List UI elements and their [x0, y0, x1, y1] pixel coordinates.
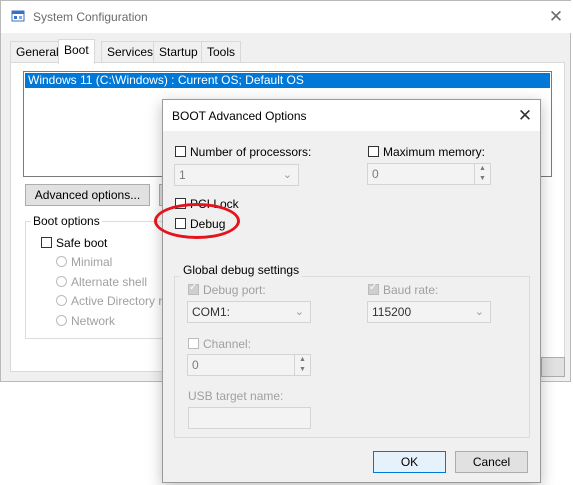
maximum-memory-label: Maximum memory:: [383, 145, 486, 159]
spinner-down-icon[interactable]: ▼: [475, 174, 490, 184]
baud-rate-value: 115200: [372, 305, 412, 319]
usb-target-name-input[interactable]: [188, 407, 311, 429]
channel-label: Channel:: [203, 337, 252, 351]
debug-port-value: COM1:: [192, 305, 231, 319]
safe-boot-label: Safe boot: [56, 236, 108, 250]
chevron-down-icon: ⌄: [282, 169, 292, 181]
boot-options-label: Boot options: [31, 214, 102, 228]
dialog-title-bar: BOOT Advanced Options ✕: [163, 100, 540, 131]
active-directory-label: Active Directory rep: [71, 294, 176, 308]
maximum-memory-checkbox[interactable]: [368, 146, 379, 157]
window-title: System Configuration: [33, 10, 148, 24]
main-window-button[interactable]: [541, 357, 565, 377]
global-debug-settings-label: Global debug settings: [180, 263, 303, 277]
tab-tools[interactable]: Tools: [201, 41, 242, 62]
minimal-label: Minimal: [71, 255, 113, 269]
chevron-down-icon: ⌄: [474, 306, 484, 318]
spinner-up-icon[interactable]: ▲: [475, 164, 490, 174]
tab-boot[interactable]: Boot: [58, 39, 95, 64]
chevron-down-icon: ⌄: [294, 306, 304, 318]
channel-value: 0: [192, 358, 199, 372]
number-of-processors-checkbox[interactable]: [175, 146, 186, 157]
alternate-shell-label: Alternate shell: [71, 275, 148, 289]
boot-advanced-options-dialog: BOOT Advanced Options ✕ Number of proces…: [162, 99, 541, 483]
number-of-processors-label: Number of processors:: [190, 145, 312, 159]
number-of-processors-value: 1: [179, 168, 186, 182]
os-list-item[interactable]: Windows 11 (C:\Windows) : Current OS; De…: [25, 73, 550, 88]
baud-rate-checkbox[interactable]: [368, 282, 379, 295]
channel-checkbox[interactable]: [188, 338, 199, 349]
advanced-options-button[interactable]: Advanced options...: [25, 184, 150, 206]
annotation-ellipse: [154, 203, 240, 239]
spinner-buttons[interactable]: ▲ ▼: [294, 355, 310, 375]
ok-button[interactable]: OK: [373, 451, 446, 473]
debug-port-label: Debug port:: [203, 283, 266, 297]
minimal-radio[interactable]: [56, 256, 67, 267]
maximum-memory-spinner[interactable]: 0 ▲ ▼: [367, 163, 491, 185]
spinner-up-icon[interactable]: ▲: [295, 355, 310, 365]
network-label: Network: [71, 314, 116, 328]
debug-port-checkbox[interactable]: [188, 282, 199, 295]
alternate-shell-radio[interactable]: [56, 276, 67, 287]
usb-target-name-label: USB target name:: [188, 389, 284, 403]
dialog-title: BOOT Advanced Options: [172, 109, 307, 123]
debug-port-select[interactable]: COM1: ⌄: [187, 301, 311, 323]
tab-startup[interactable]: Startup: [153, 41, 204, 62]
system-config-icon: [11, 10, 25, 22]
spinner-buttons[interactable]: ▲ ▼: [474, 164, 490, 184]
number-of-processors-select[interactable]: 1 ⌄: [174, 164, 299, 186]
close-icon[interactable]: ✕: [542, 5, 570, 29]
safe-boot-checkbox[interactable]: [41, 237, 52, 248]
cancel-button[interactable]: Cancel: [455, 451, 528, 473]
channel-spinner[interactable]: 0 ▲ ▼: [187, 354, 311, 376]
maximum-memory-value: 0: [372, 167, 379, 181]
tab-services[interactable]: Services: [101, 41, 160, 62]
baud-rate-select[interactable]: 115200 ⌄: [367, 301, 491, 323]
close-icon[interactable]: ✕: [512, 104, 538, 128]
network-radio[interactable]: [56, 315, 67, 326]
baud-rate-label: Baud rate:: [383, 283, 439, 297]
spinner-down-icon[interactable]: ▼: [295, 365, 310, 375]
tab-general[interactable]: General: [10, 41, 65, 62]
active-directory-radio[interactable]: [56, 295, 67, 306]
title-bar: System Configuration ✕: [1, 1, 572, 33]
